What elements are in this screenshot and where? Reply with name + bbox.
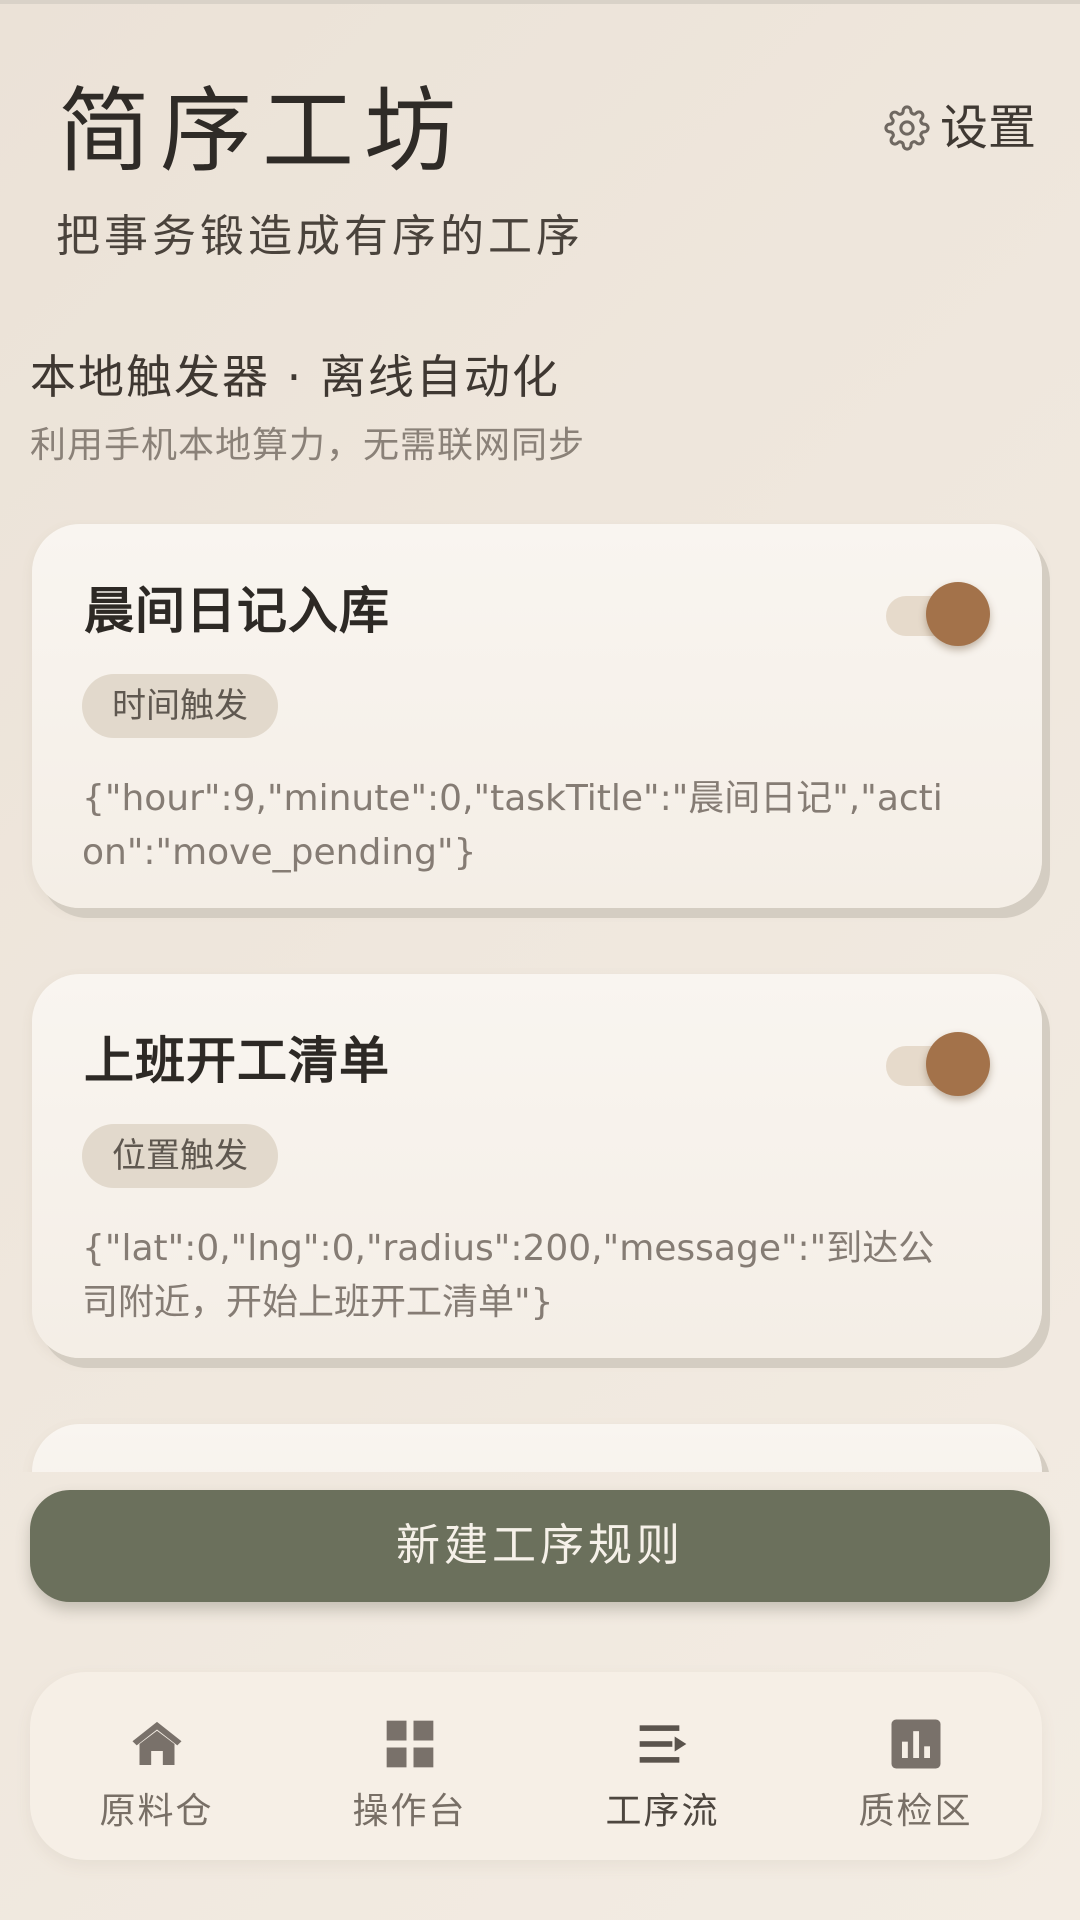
rule-card[interactable]: 上班开工清单 位置触发 {"lat":0,"lng":0,"radius":20… [32, 974, 1042, 1358]
rule-card[interactable]: 晨间日记入库 时间触发 {"hour":9,"minute":0,"taskTi… [32, 524, 1042, 908]
nav-item-process-flow[interactable]: 工序流 [536, 1672, 789, 1860]
nav-label: 质检区 [858, 1791, 973, 1832]
nav-item-raw-materials[interactable]: 原料仓 [30, 1672, 283, 1860]
toggle-thumb [926, 1032, 990, 1096]
nav-item-quality-check[interactable]: 质检区 [789, 1672, 1042, 1860]
app-subtitle: 把事务锻造成有序的工序 [56, 211, 584, 262]
bottom-nav: 原料仓 操作台 工序流 质检区 [30, 1672, 1042, 1860]
grid-icon [386, 1720, 433, 1768]
nav-label: 工序流 [605, 1791, 720, 1832]
rule-params: {"hour":9,"minute":0,"taskTitle":"晨间日记",… [82, 778, 943, 873]
status-bar-divider [0, 0, 1080, 4]
section-title: 本地触发器 · 离线自动化 [30, 350, 560, 404]
home-icon [132, 1721, 181, 1765]
toggle-thumb [926, 582, 990, 646]
settings-button[interactable]: 设置 [884, 104, 1036, 152]
nav-label: 原料仓 [99, 1791, 214, 1832]
settings-label: 设置 [939, 100, 1036, 156]
bar-chart-icon [891, 1719, 940, 1769]
rule-params: {"lat":0,"lng":0,"radius":200,"message":… [82, 1228, 935, 1323]
rule-card-partial[interactable] [32, 1424, 1042, 1472]
rule-name: 上班开工清单 [84, 1032, 390, 1090]
new-rule-button[interactable]: 新建工序规则 [30, 1490, 1050, 1602]
trigger-type-tag: 时间触发 [82, 674, 278, 738]
rule-enable-toggle[interactable] [886, 1032, 990, 1096]
app-title: 简序工坊 [58, 78, 467, 185]
section-subtitle: 利用手机本地算力，无需联网同步 [30, 425, 586, 466]
gear-icon [884, 105, 930, 151]
rule-list[interactable]: 晨间日记入库 时间触发 {"hour":9,"minute":0,"taskTi… [0, 520, 1080, 1472]
nav-item-workbench[interactable]: 操作台 [283, 1672, 536, 1860]
rule-name: 晨间日记入库 [84, 582, 390, 640]
rule-enable-toggle[interactable] [886, 582, 990, 646]
flow-list-icon [639, 1725, 686, 1763]
nav-label: 操作台 [352, 1791, 467, 1832]
trigger-type-tag: 位置触发 [82, 1124, 278, 1188]
